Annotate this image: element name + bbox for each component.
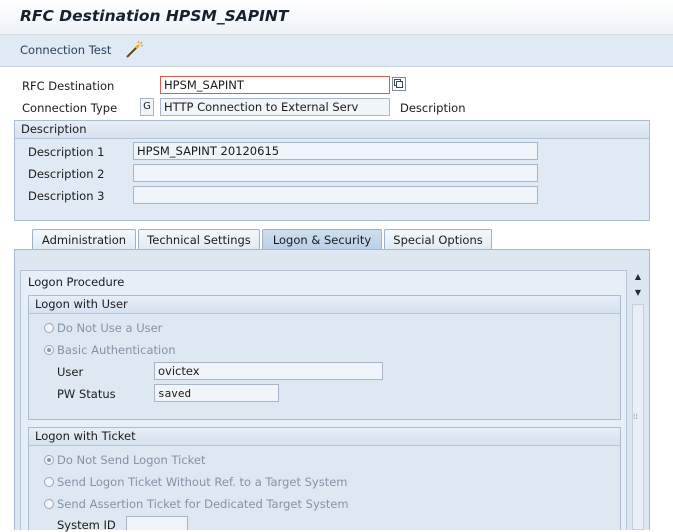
radio-send-assertion-ticket-label: Send Assertion Ticket for Dedicated Targ… [57, 497, 349, 511]
logon-with-ticket-title: Logon with Ticket [29, 428, 620, 446]
radio-send-logon-ticket[interactable]: Send Logon Ticket Without Ref. to a Targ… [44, 475, 348, 489]
user-label: User [57, 365, 84, 379]
logon-with-user-group: Logon with User [28, 295, 621, 420]
tab-administration[interactable]: Administration [32, 229, 136, 251]
radio-off-icon [44, 499, 54, 509]
tab-strip: Administration Technical Settings Logon … [14, 229, 650, 251]
description-1-label: Description 1 [28, 145, 105, 159]
description-1-field[interactable]: HPSM_SAPINT 20120615 [133, 142, 538, 160]
connection-type-field: HTTP Connection to External Serv [160, 98, 390, 116]
radio-off-icon [44, 323, 54, 333]
connection-type-code: G [140, 98, 154, 116]
radio-do-not-send-ticket[interactable]: Do Not Send Logon Ticket [44, 453, 206, 467]
scroll-grip-icon[interactable]: ⁞⁞ [633, 412, 638, 421]
logon-with-user-title: Logon with User [29, 296, 620, 314]
logon-procedure-title: Logon Procedure [28, 275, 125, 289]
radio-do-not-use-user-label: Do Not Use a User [57, 321, 163, 335]
tab-special-options[interactable]: Special Options [384, 229, 492, 251]
title-bar: RFC Destination HPSM_SAPINT [0, 0, 673, 35]
connection-test-button[interactable]: Connection Test [20, 43, 111, 57]
radio-do-not-use-user[interactable]: Do Not Use a User [44, 321, 162, 335]
description-group-title: Description [15, 121, 649, 139]
pw-status-label: PW Status [57, 387, 116, 401]
description-3-label: Description 3 [28, 189, 105, 203]
copy-icon[interactable] [392, 77, 406, 91]
rfc-destination-label: RFC Destination [22, 79, 115, 93]
application-toolbar: Connection Test [0, 35, 673, 67]
radio-basic-authentication-label: Basic Authentication [57, 343, 176, 357]
radio-do-not-send-ticket-label: Do Not Send Logon Ticket [57, 453, 206, 467]
tab-technical-settings[interactable]: Technical Settings [138, 229, 260, 251]
system-id-field[interactable] [126, 516, 188, 530]
description-2-field[interactable] [133, 164, 538, 182]
user-field[interactable]: ovictex [154, 362, 383, 380]
page-title: RFC Destination HPSM_SAPINT [20, 7, 289, 25]
radio-send-assertion-ticket[interactable]: Send Assertion Ticket for Dedicated Targ… [44, 497, 349, 511]
radio-off-icon [44, 477, 54, 487]
radio-on-icon [44, 455, 54, 465]
connection-type-description-label: Description [400, 101, 466, 115]
pencil-wand-icon[interactable] [124, 40, 144, 60]
vertical-scrollbar[interactable]: ▲ ▼ ⁞⁞ [630, 270, 646, 530]
rfc-destination-field[interactable]: HPSM_SAPINT [160, 76, 390, 94]
connection-type-label: Connection Type [22, 101, 118, 115]
scroll-down-icon[interactable]: ▼ [630, 286, 646, 300]
tab-logon-security[interactable]: Logon & Security [262, 229, 382, 251]
description-2-label: Description 2 [28, 167, 105, 181]
radio-basic-authentication[interactable]: Basic Authentication [44, 343, 176, 357]
scroll-up-icon[interactable]: ▲ [630, 270, 646, 284]
pw-status-field: saved [154, 384, 279, 402]
radio-send-logon-ticket-label: Send Logon Ticket Without Ref. to a Targ… [57, 475, 348, 489]
radio-on-icon [44, 345, 54, 355]
description-3-field[interactable] [133, 186, 538, 204]
